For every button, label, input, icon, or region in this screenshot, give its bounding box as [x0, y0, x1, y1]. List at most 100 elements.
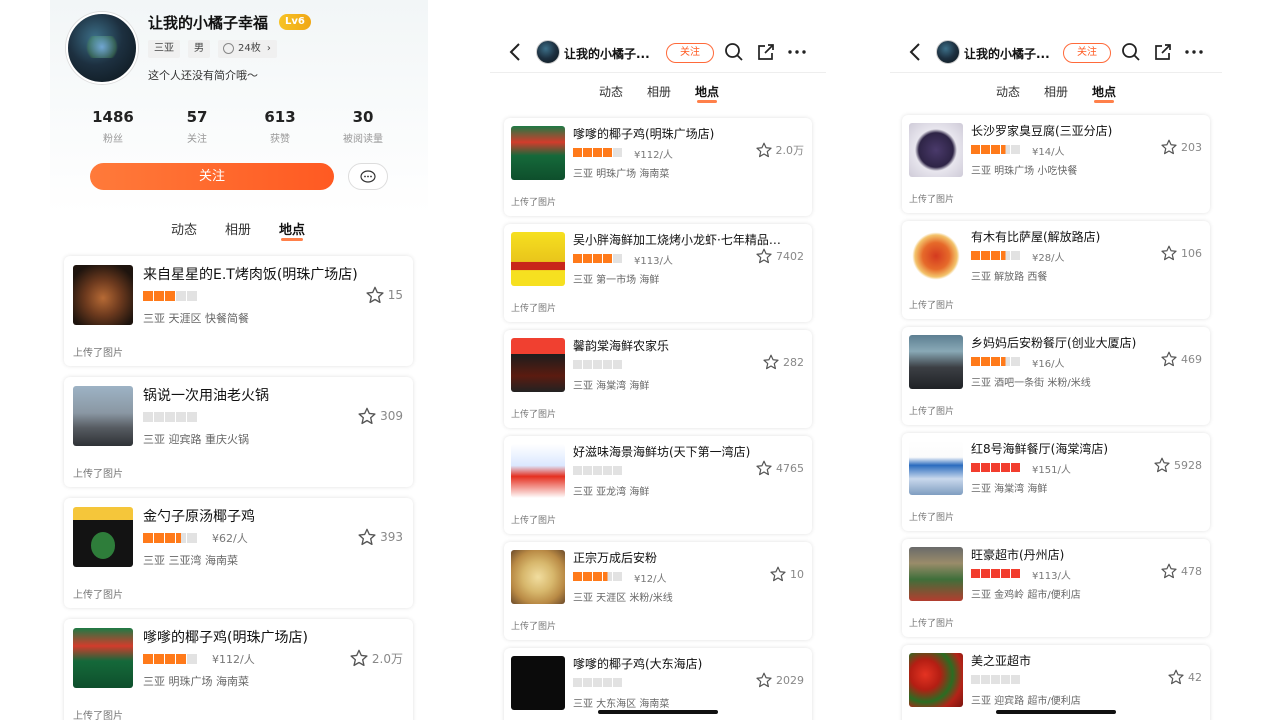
favorite-button[interactable]: 478 [1161, 563, 1202, 579]
rating-star [593, 148, 602, 157]
favorite-button[interactable]: 393 [358, 528, 403, 546]
favorite-count: 393 [380, 530, 403, 544]
rating-star [176, 412, 186, 422]
place-name: 长沙罗家臭豆腐(三亚分店) [971, 124, 1113, 138]
place-thumbnail[interactable] [73, 507, 133, 567]
stat-following[interactable]: 57 关注 [162, 108, 232, 145]
place-thumbnail[interactable] [511, 126, 565, 180]
place-thumbnail[interactable] [73, 628, 133, 688]
place-thumbnail[interactable] [909, 229, 963, 283]
place-meta: 三亚 三亚湾 海南菜 [143, 554, 238, 567]
back-icon[interactable] [508, 42, 522, 62]
tab-places[interactable]: 地点 [279, 219, 305, 241]
favorite-button[interactable]: 4765 [756, 460, 804, 476]
avatar[interactable] [536, 40, 560, 64]
favorite-button[interactable]: 2.0万 [350, 649, 403, 667]
rating-star [603, 572, 612, 581]
rating-star [573, 572, 582, 581]
rating-stars [573, 466, 622, 475]
avatar[interactable] [936, 40, 960, 64]
place-name: 嗲嗲的椰子鸡(大东海店) [573, 657, 703, 671]
tab-feed[interactable]: 动态 [996, 83, 1020, 100]
place-card[interactable]: 金勺子原汤椰子鸡 ¥62/人 三亚 三亚湾 海南菜 393 上传了图片 [64, 498, 413, 608]
more-icon[interactable] [1185, 50, 1203, 54]
tab-feed[interactable]: 动态 [599, 83, 623, 100]
rating-star [1011, 251, 1020, 260]
place-thumbnail[interactable] [909, 123, 963, 177]
follow-button[interactable]: 关注 [1063, 43, 1111, 63]
place-thumbnail[interactable] [511, 338, 565, 392]
stat-followers[interactable]: 1486 粉丝 [78, 108, 148, 145]
favorite-count: 10 [790, 567, 804, 581]
price-per-person: ¥113/人 [634, 256, 673, 267]
place-card[interactable]: 有木有比萨屋(解放路店) ¥28/人 三亚 解放路 西餐 106 上传了图片 [902, 221, 1210, 319]
rating-star [583, 466, 592, 475]
search-icon[interactable] [724, 42, 744, 62]
stat-likes[interactable]: 613 获赞 [245, 108, 315, 145]
place-card[interactable]: 馨韵棠海鲜农家乐 三亚 海棠湾 海鲜 282 上传了图片 [504, 330, 812, 428]
follow-button[interactable]: 关注 [90, 163, 334, 190]
price-per-person: ¥62/人 [212, 532, 248, 545]
favorite-button[interactable]: 106 [1161, 245, 1202, 261]
favorite-button[interactable]: 42 [1168, 669, 1202, 685]
place-card[interactable]: 旺豪超市(丹州店) ¥113/人 三亚 金鸡岭 超市/便利店 478 上传了图片 [902, 539, 1210, 637]
badge-count-tag[interactable]: 24枚 › [218, 40, 277, 58]
tab-feed[interactable]: 动态 [171, 219, 197, 238]
upload-note: 上传了图片 [909, 195, 955, 205]
place-thumbnail[interactable] [909, 335, 963, 389]
place-card[interactable]: 来自星星的E.T烤肉饭(明珠广场店) 三亚 天涯区 快餐简餐 15 上传了图片 [64, 256, 413, 366]
star-outline-icon [358, 407, 376, 425]
place-thumbnail[interactable] [511, 444, 565, 498]
place-meta: 三亚 迎宾路 超市/便利店 [971, 696, 1081, 707]
favorite-button[interactable]: 10 [770, 566, 804, 582]
favorite-button[interactable]: 5928 [1154, 457, 1202, 473]
nav-title: 让我的小橘子... [564, 47, 650, 61]
share-icon[interactable] [1153, 42, 1173, 62]
share-icon[interactable] [756, 42, 776, 62]
place-thumbnail[interactable] [909, 441, 963, 495]
place-card[interactable]: 长沙罗家臭豆腐(三亚分店) ¥14/人 三亚 明珠广场 小吃快餐 203 上传了图片 [902, 115, 1210, 213]
favorite-button[interactable]: 15 [366, 286, 403, 304]
place-meta: 三亚 天涯区 快餐简餐 [143, 312, 249, 325]
rating-star [593, 678, 602, 687]
avatar[interactable] [66, 12, 138, 84]
place-card[interactable]: 好滋味海景海鲜坊(天下第一湾店) 三亚 亚龙湾 海鲜 4765 上传了图片 [504, 436, 812, 534]
place-card[interactable]: 美之亚超市三亚 迎宾路 超市/便利店42上传了图片 [902, 645, 1210, 720]
place-card[interactable]: 吴小胖海鲜加工烧烤小龙虾·七年精品… ¥113/人 三亚 第一市场 海鲜 7402 上传… [504, 224, 812, 322]
tab-places[interactable]: 地点 [1092, 83, 1116, 103]
favorite-button[interactable]: 282 [763, 354, 804, 370]
favorite-button[interactable]: 7402 [756, 248, 804, 264]
place-card[interactable]: 嗲嗲的椰子鸡(明珠广场店) ¥112/人 三亚 明珠广场 海南菜 2.0万 上传了图片 [64, 619, 413, 720]
place-thumbnail[interactable] [511, 232, 565, 286]
place-card[interactable]: 正宗万成后安粉 ¥12/人 三亚 天涯区 米粉/米线 10 上传了图片 [504, 542, 812, 640]
back-icon[interactable] [908, 42, 922, 62]
follow-button[interactable]: 关注 [666, 43, 714, 63]
place-card[interactable]: 红8号海鲜餐厅(海棠湾店) ¥151/人 三亚 海棠湾 海鲜 5928 上传了图片 [902, 433, 1210, 531]
tab-album[interactable]: 相册 [225, 219, 251, 238]
place-thumbnail[interactable] [73, 386, 133, 446]
tab-places[interactable]: 地点 [695, 83, 719, 103]
search-icon[interactable] [1121, 42, 1141, 62]
message-button[interactable] [348, 163, 388, 190]
place-card[interactable]: 锅说一次用油老火锅 三亚 迎宾路 重庆火锅 309 上传了图片 [64, 377, 413, 487]
favorite-button[interactable]: 309 [358, 407, 403, 425]
rating-star [613, 148, 622, 157]
tab-album[interactable]: 相册 [1044, 83, 1068, 100]
place-thumbnail[interactable] [909, 547, 963, 601]
rating-stars [573, 254, 622, 263]
place-card[interactable]: 乡妈妈后安粉餐厅(创业大厦店) ¥16/人 三亚 酒吧一条街 米粉/米线 469 上传了… [902, 327, 1210, 425]
place-thumbnail[interactable] [511, 656, 565, 710]
stat-reads[interactable]: 30 被阅读量 [328, 108, 398, 145]
rating-star [981, 357, 990, 366]
tab-album[interactable]: 相册 [647, 83, 671, 100]
place-thumbnail[interactable] [511, 550, 565, 604]
place-card[interactable]: 嗲嗲的椰子鸡(明珠广场店) ¥112/人 三亚 明珠广场 海南菜 2.0万 上传了图片 [504, 118, 812, 216]
more-icon[interactable] [788, 50, 806, 54]
place-thumbnail[interactable] [73, 265, 133, 325]
favorite-button[interactable]: 2.0万 [755, 142, 804, 158]
favorite-button[interactable]: 2029 [756, 672, 804, 688]
favorite-button[interactable]: 469 [1161, 351, 1202, 367]
place-thumbnail[interactable] [909, 653, 963, 707]
favorite-button[interactable]: 203 [1161, 139, 1202, 155]
home-indicator [996, 710, 1116, 714]
